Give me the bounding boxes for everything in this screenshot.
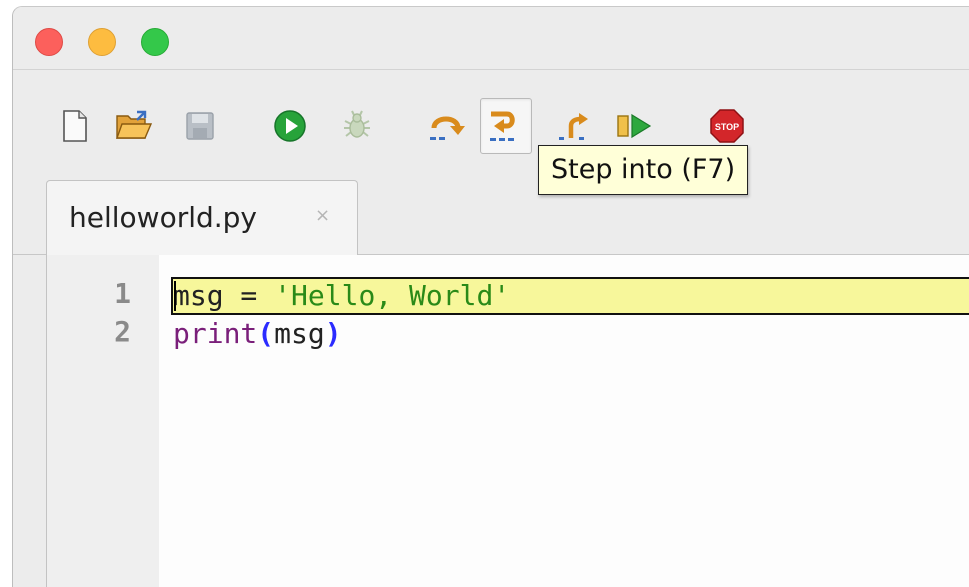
code-token-operator: = [223, 279, 275, 312]
save-file-button[interactable] [178, 104, 222, 148]
step-into-icon [490, 111, 515, 141]
stop-sign-label: STOP [715, 122, 739, 132]
step-into-tooltip: Step into (F7) [538, 145, 749, 195]
minimize-window-button[interactable] [88, 28, 116, 56]
open-file-button[interactable] [112, 104, 156, 148]
tab-helloworld-py[interactable]: helloworld.py × [46, 180, 358, 255]
code-token-builtin: print [173, 317, 258, 350]
debug-button[interactable] [335, 104, 379, 148]
step-into-button[interactable] [480, 98, 532, 154]
run-button[interactable] [268, 104, 312, 148]
title-bar [13, 7, 969, 70]
code-editor[interactable]: 1 2 msg = 'Hello, World' print(msg) [46, 255, 969, 587]
editor-tab-strip: helloworld.py × [13, 170, 969, 255]
open-folder-icon [116, 110, 153, 139]
play-icon [274, 110, 306, 142]
save-disk-icon [186, 112, 214, 140]
code-token-name: msg [173, 279, 224, 312]
tab-label: helloworld.py [69, 201, 258, 234]
stop-button[interactable]: STOP [705, 104, 749, 148]
zoom-window-button[interactable] [141, 28, 169, 56]
close-window-button[interactable] [35, 28, 63, 56]
code-line[interactable]: print(msg) [173, 315, 342, 353]
resume-button[interactable] [613, 104, 657, 148]
tab-close-icon[interactable]: × [315, 205, 330, 226]
line-number: 1 [114, 277, 131, 310]
step-out-icon [559, 113, 588, 140]
code-token-paren: ) [324, 317, 342, 350]
line-number-gutter: 1 2 [47, 255, 159, 587]
code-line[interactable]: msg = 'Hello, World' [173, 277, 510, 315]
new-file-button[interactable] [53, 104, 97, 148]
step-out-button[interactable] [553, 104, 597, 148]
stop-sign-icon: STOP [710, 109, 744, 143]
text-caret [174, 281, 176, 311]
code-token-name: msg [274, 317, 325, 350]
toolbar: STOP [13, 70, 969, 170]
code-token-paren: ( [257, 317, 275, 350]
line-number: 2 [114, 315, 131, 348]
ide-window: STOP helloworld.py × 1 2 msg = 'Hello, W… [12, 6, 969, 587]
resume-icon [617, 113, 652, 139]
bug-icon [344, 110, 370, 138]
new-document-icon [63, 110, 87, 142]
code-token-string: 'Hello, World' [274, 279, 511, 312]
step-over-button[interactable] [425, 104, 469, 148]
step-over-icon [430, 116, 465, 140]
